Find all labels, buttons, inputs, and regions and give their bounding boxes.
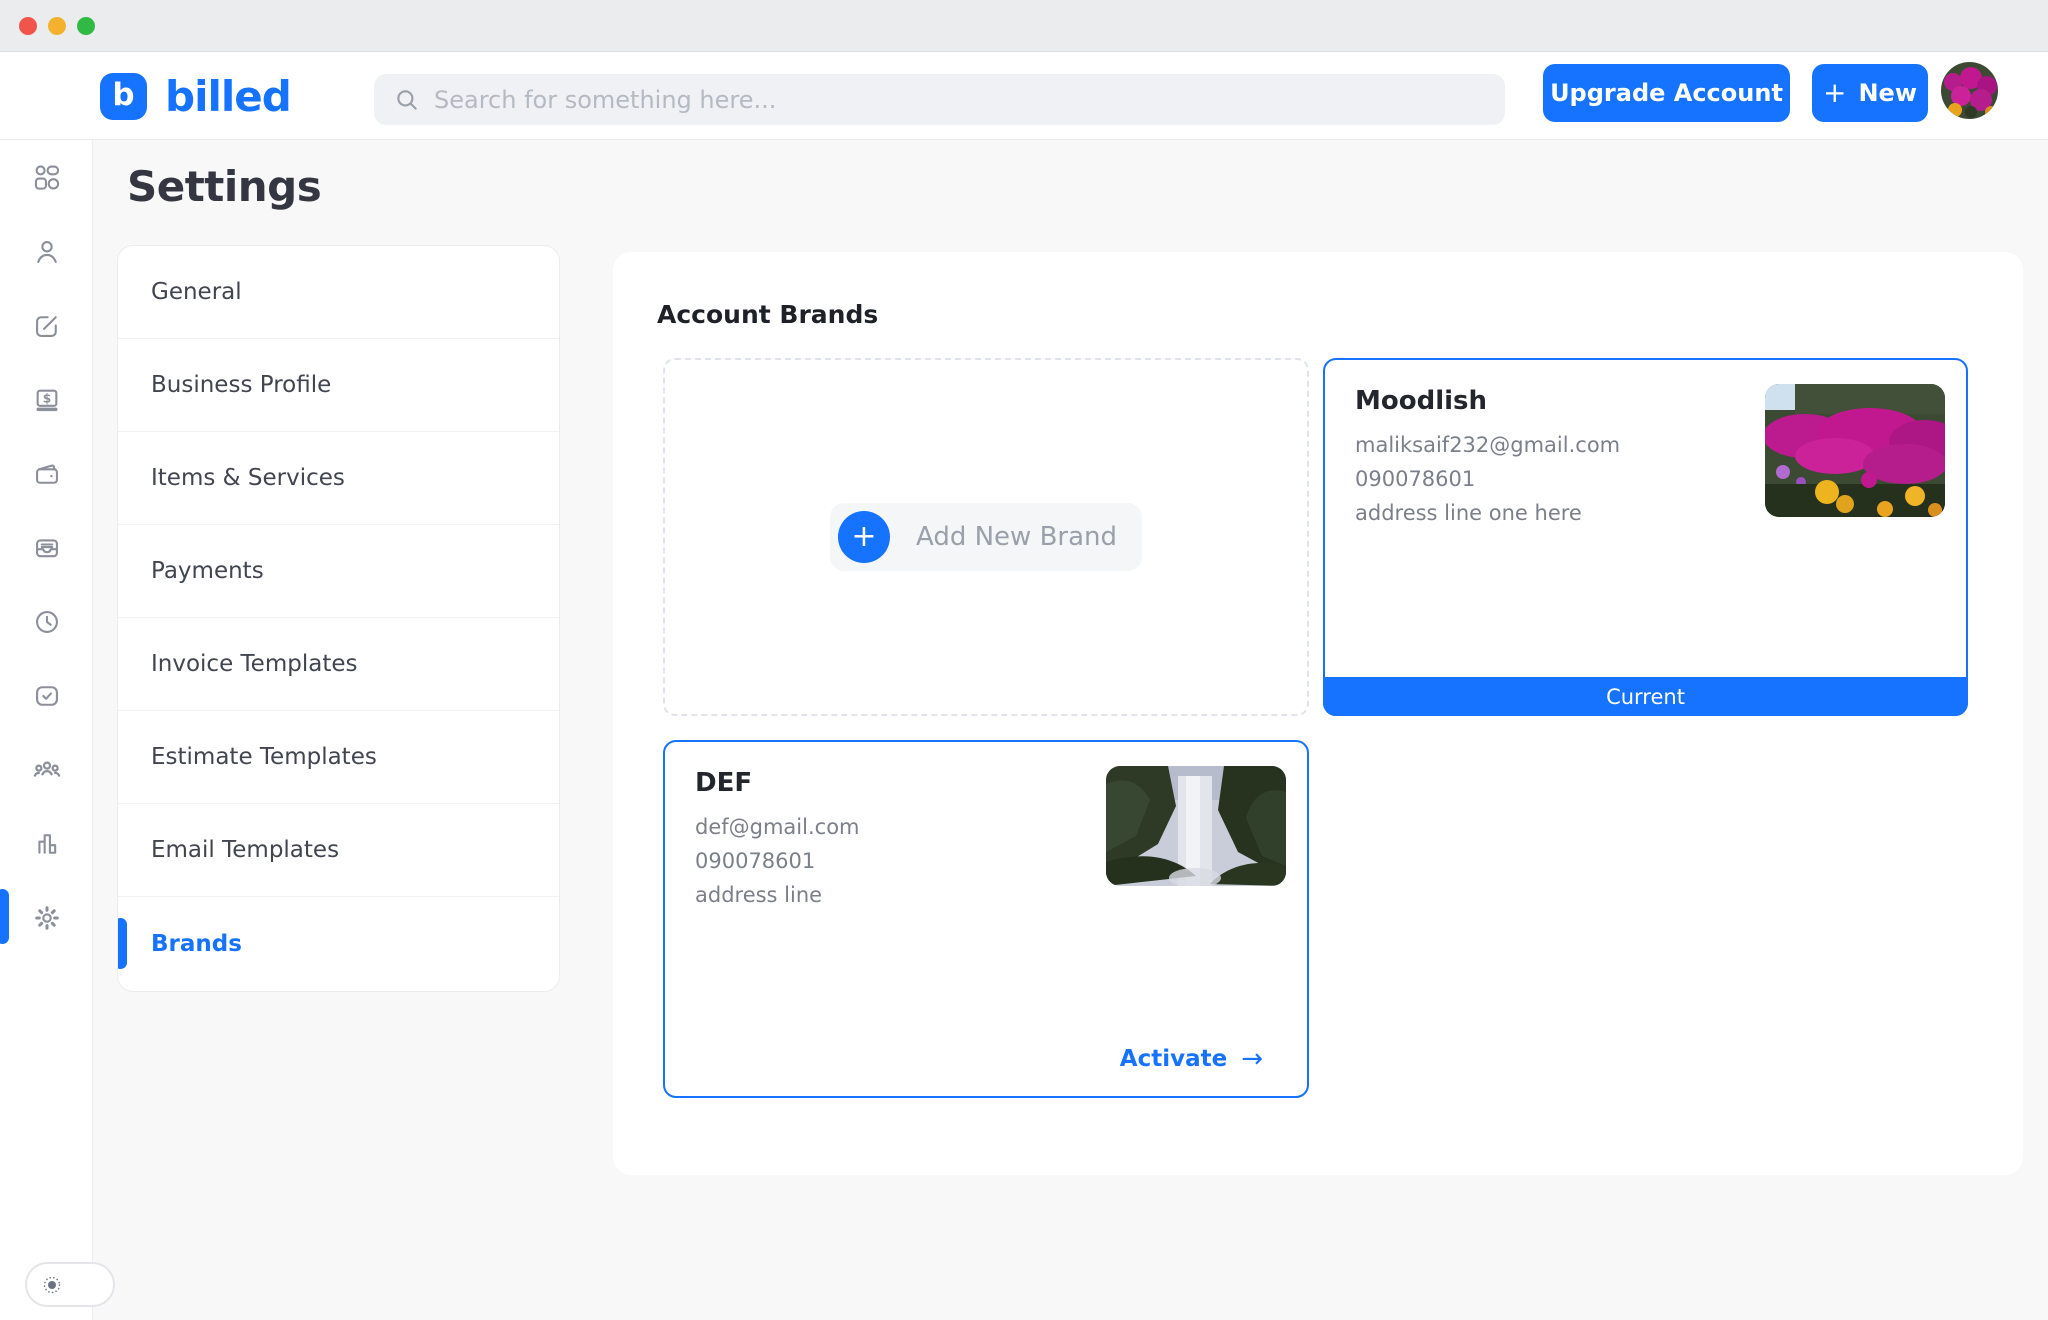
brand-card-def[interactable]: DEF def@gmail.com 090078601 address line [663, 740, 1309, 1098]
logo-mark-icon: b [100, 73, 147, 120]
sidebar-item-customers[interactable] [0, 742, 93, 798]
app-header: b billed Upgrade Account + New [0, 52, 2048, 140]
menu-item-business-profile[interactable]: Business Profile [118, 339, 559, 432]
plus-icon: + [1823, 79, 1846, 107]
people-icon [32, 755, 62, 785]
search-icon [394, 87, 420, 113]
sidebar-item-reports[interactable] [0, 816, 93, 872]
sidebar-item-wallet[interactable] [0, 446, 93, 502]
page-title: Settings [127, 162, 321, 211]
current-badge: Current [1323, 677, 1968, 716]
avatar-image [1941, 62, 1998, 119]
gear-icon [33, 904, 61, 932]
menu-item-payments[interactable]: Payments [118, 525, 559, 618]
menu-item-brands[interactable]: Brands [118, 897, 559, 990]
menu-item-email-templates[interactable]: Email Templates [118, 804, 559, 897]
window-minimize-button[interactable] [48, 17, 66, 35]
sidebar-item-tasks[interactable] [0, 668, 93, 724]
wallet-icon [33, 460, 61, 488]
menu-item-estimate-templates[interactable]: Estimate Templates [118, 711, 559, 804]
sidebar-item-settings[interactable] [0, 890, 93, 946]
brand-card-moodlish[interactable]: Moodlish maliksaif232@gmail.com 09007860… [1323, 358, 1968, 716]
sidebar-item-inbox[interactable] [0, 520, 93, 576]
add-brand-card: + Add New Brand [663, 358, 1309, 716]
sidebar-nav: $ [0, 140, 93, 1320]
edit-icon [33, 312, 61, 340]
clock-icon [33, 608, 61, 636]
menu-item-invoice-templates[interactable]: Invoice Templates [118, 618, 559, 711]
dashboard-icon [33, 164, 61, 192]
window-zoom-button[interactable] [77, 17, 95, 35]
plus-icon: + [838, 511, 890, 563]
global-search[interactable] [374, 74, 1505, 125]
add-new-brand-button[interactable]: + Add New Brand [830, 503, 1142, 571]
arrow-right-icon: → [1241, 1044, 1263, 1074]
window-close-button[interactable] [19, 17, 37, 35]
menu-item-items-services[interactable]: Items & Services [118, 432, 559, 525]
check-square-icon [33, 682, 61, 710]
logo-text: billed [165, 72, 291, 121]
app-logo[interactable]: b billed [100, 72, 291, 121]
theme-toggle[interactable] [25, 1262, 115, 1307]
svg-text:$: $ [42, 391, 51, 405]
activate-link[interactable]: Activate → [1120, 1044, 1263, 1074]
account-brands-panel: Account Brands + Add New Brand Moodlish … [613, 252, 2023, 1175]
brands-grid: + Add New Brand Moodlish maliksaif232@gm… [663, 358, 1969, 1098]
brand-logo-image [1106, 766, 1286, 886]
sidebar-item-contacts[interactable] [0, 224, 93, 280]
sidebar-active-indicator [0, 889, 9, 944]
sidebar-item-history[interactable] [0, 594, 93, 650]
sidebar-item-dashboard[interactable] [0, 150, 93, 206]
bar-chart-icon [33, 830, 61, 858]
cash-book-icon: $ [33, 386, 61, 414]
upgrade-account-button[interactable]: Upgrade Account [1543, 64, 1790, 122]
sun-icon [40, 1273, 64, 1297]
menu-item-general[interactable]: General [118, 246, 559, 339]
inbox-icon [33, 534, 61, 562]
window-titlebar [0, 0, 2048, 52]
brand-logo-image [1765, 384, 1945, 517]
active-menu-indicator [117, 918, 127, 969]
new-button[interactable]: + New [1812, 64, 1928, 122]
settings-menu: General Business Profile Items & Service… [117, 245, 560, 992]
section-title: Account Brands [657, 300, 878, 329]
user-avatar[interactable] [1941, 62, 1998, 119]
sidebar-item-compose[interactable] [0, 298, 93, 354]
search-input[interactable] [434, 86, 1485, 114]
user-icon [33, 238, 61, 266]
sidebar-item-cash-book[interactable]: $ [0, 372, 93, 428]
